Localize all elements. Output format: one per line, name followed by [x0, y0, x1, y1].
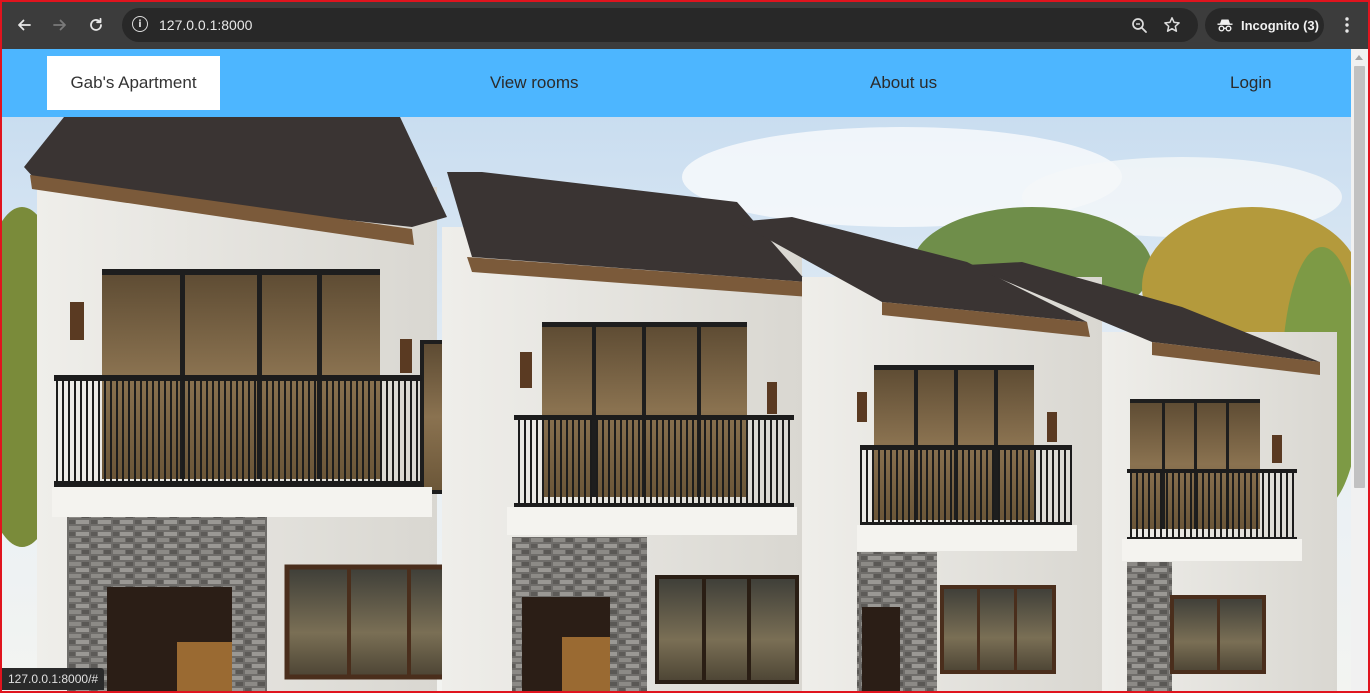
back-arrow-icon[interactable] — [9, 10, 39, 40]
scrollbar-thumb[interactable] — [1354, 66, 1365, 488]
nav-view-rooms[interactable]: View rooms — [490, 73, 579, 93]
incognito-label: Incognito (3) — [1241, 17, 1319, 33]
nav-login[interactable]: Login — [1230, 73, 1272, 93]
url-text[interactable]: 127.0.0.1:8000 — [159, 17, 252, 33]
incognito-indicator[interactable]: Incognito (3) — [1205, 8, 1324, 42]
browser-window: i 127.0.0.1:8000 Incognito (3) Gab's Apa… — [2, 2, 1368, 691]
site-navbar: Gab's Apartment View rooms About us Logi… — [2, 49, 1351, 117]
kebab-menu-icon[interactable] — [1332, 10, 1362, 40]
brand-link[interactable]: Gab's Apartment — [47, 56, 220, 110]
info-icon[interactable]: i — [132, 16, 148, 32]
page-viewport: Gab's Apartment View rooms About us Logi… — [2, 49, 1351, 691]
nav-about-us[interactable]: About us — [870, 73, 937, 93]
browser-toolbar: i 127.0.0.1:8000 Incognito (3) — [2, 2, 1368, 49]
page-scrollbar[interactable] — [1351, 49, 1368, 691]
reload-icon[interactable] — [81, 10, 111, 40]
forward-arrow-icon[interactable] — [45, 10, 75, 40]
address-bar[interactable]: i 127.0.0.1:8000 — [122, 8, 1198, 42]
link-status-bubble: 127.0.0.1:8000/# — [2, 668, 105, 690]
star-icon[interactable] — [1160, 13, 1184, 37]
zoom-icon[interactable] — [1127, 13, 1151, 37]
incognito-icon — [1217, 18, 1233, 32]
scroll-up-arrow-icon[interactable] — [1355, 55, 1363, 60]
hero-townhouse-image — [2, 117, 1351, 691]
